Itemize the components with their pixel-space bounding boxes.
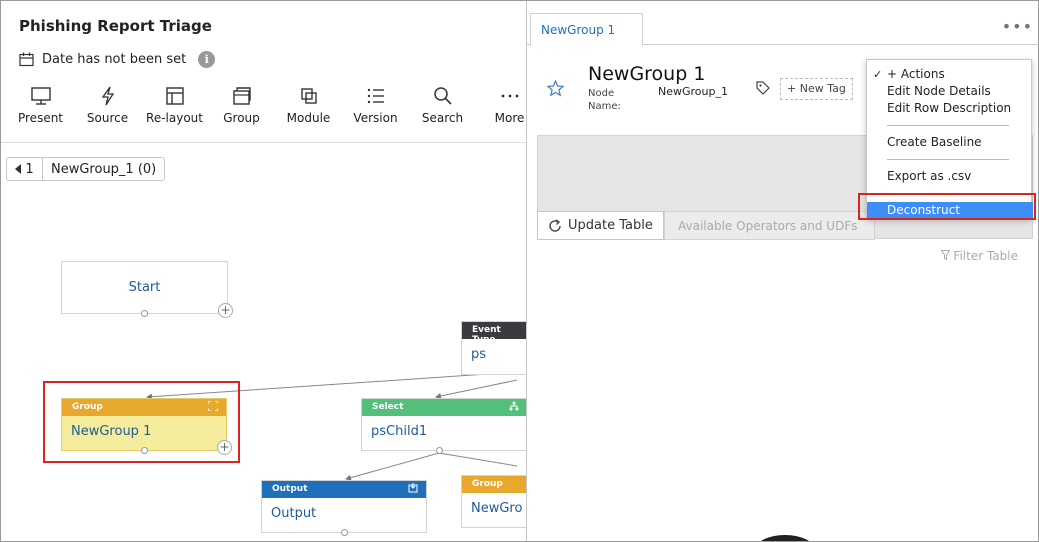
star-icon[interactable] [547, 80, 564, 97]
menu-divider [887, 125, 1009, 126]
group-button[interactable]: Group [208, 85, 275, 131]
start-node[interactable]: Start + [61, 261, 233, 318]
event-node-header: Event Type [462, 322, 527, 345]
relayout-button[interactable]: Re-layout [141, 85, 208, 131]
filter-table-button[interactable]: Filter Table [940, 249, 1018, 263]
date-status-text: Date has not been set [42, 52, 187, 67]
group-node-2[interactable]: Group NewGro [461, 475, 527, 528]
node-title: NewGroup 1 [588, 63, 706, 85]
node-name-label: Node Name: [588, 88, 621, 112]
more-icon [501, 94, 518, 98]
flow-editor-pane: Phishing Report Triage Date has not been… [1, 1, 527, 541]
menu-item-edit-row-description[interactable]: Edit Row Description [887, 101, 1011, 115]
panel-more-icon[interactable]: ••• [1002, 17, 1033, 36]
export-icon [408, 483, 418, 493]
source-button[interactable]: Source [74, 85, 141, 131]
list-icon [367, 88, 384, 104]
output-node-type: Output [272, 484, 308, 494]
select-node-type: Select [372, 402, 404, 412]
module-label: Module [286, 111, 331, 125]
app-window: Phishing Report Triage Date has not been… [0, 0, 1039, 542]
node-name-value: NewGroup_1 [658, 85, 728, 98]
output-node-header: Output [262, 481, 426, 498]
version-label: Version [353, 111, 398, 125]
select-node-label: psChild1 [371, 424, 428, 439]
breadcrumb: 1 NewGroup_1 (0) [6, 157, 166, 181]
group-node-highlight [43, 381, 240, 463]
search-icon [433, 87, 452, 105]
update-table-label: Update Table [568, 218, 653, 233]
info-icon[interactable]: i [198, 51, 216, 68]
breadcrumb-back-count: 1 [25, 161, 34, 177]
select-node-port[interactable] [436, 447, 443, 454]
search-button[interactable]: Search [409, 85, 476, 131]
group-node-2-type: Group [472, 479, 503, 489]
date-status: Date has not been set i [19, 51, 216, 68]
check-icon: ✓ [873, 68, 883, 81]
output-node[interactable]: Output Output [261, 480, 427, 536]
start-node-add-button[interactable]: + [218, 303, 233, 318]
version-button[interactable]: Version [342, 85, 409, 131]
module-icon [300, 88, 317, 104]
present-button[interactable]: Present [7, 85, 74, 131]
menu-item-create-baseline[interactable]: Create Baseline [887, 135, 982, 149]
layout-icon [165, 87, 184, 105]
details-tab-strip: NewGroup 1 ••• [527, 1, 1038, 46]
output-node-port[interactable] [341, 529, 348, 536]
event-type-node[interactable]: Event Type ps [461, 321, 527, 375]
update-table-button[interactable]: Update Table [537, 211, 664, 240]
tab-newgroup-1[interactable]: NewGroup 1 [530, 13, 643, 46]
module-button[interactable]: Module [275, 85, 342, 131]
output-node-label: Output [271, 506, 317, 521]
toolbar-divider [1, 142, 527, 143]
select-node-header: Select [362, 399, 527, 416]
tag-icon [756, 81, 770, 95]
present-label: Present [17, 111, 64, 125]
lightning-icon [101, 86, 114, 106]
menu-item-export-csv[interactable]: Export as .csv [887, 169, 971, 183]
menu-divider [887, 159, 1009, 160]
monitor-icon [30, 87, 51, 105]
relayout-label: Re-layout [146, 111, 203, 125]
search-label: Search [421, 111, 464, 125]
select-node[interactable]: Select psChild1 [361, 398, 527, 454]
calendar-icon [19, 52, 34, 67]
caret-left-icon [15, 164, 22, 174]
filter-icon [940, 250, 951, 261]
group-icon [232, 87, 251, 105]
breadcrumb-back-button[interactable]: 1 [7, 158, 43, 180]
actions-menu-title[interactable]: + Actions [887, 67, 945, 81]
start-node-label: Start [128, 280, 161, 295]
toolbar: Present Source Re-layout Group Module Ve… [7, 85, 543, 131]
available-operators-tab[interactable]: Available Operators and UDFs [664, 211, 875, 240]
refresh-icon [549, 218, 561, 232]
filter-table-label: Filter Table [953, 249, 1018, 263]
group-node-2-label: NewGro [471, 501, 523, 516]
menu-item-edit-node-details[interactable]: Edit Node Details [887, 84, 991, 98]
hierarchy-icon [509, 401, 519, 411]
new-tag-button[interactable]: + New Tag [780, 78, 853, 100]
group-label: Group [223, 111, 260, 125]
breadcrumb-current[interactable]: NewGroup_1 (0) [43, 158, 164, 180]
start-node-port[interactable] [141, 310, 148, 317]
page-title: Phishing Report Triage [19, 17, 212, 35]
decorative-shape [755, 535, 815, 541]
group-node-2-header: Group [462, 476, 527, 493]
source-label: Source [86, 111, 129, 125]
deconstruct-highlight [858, 193, 1036, 220]
more-label: More [494, 111, 525, 125]
